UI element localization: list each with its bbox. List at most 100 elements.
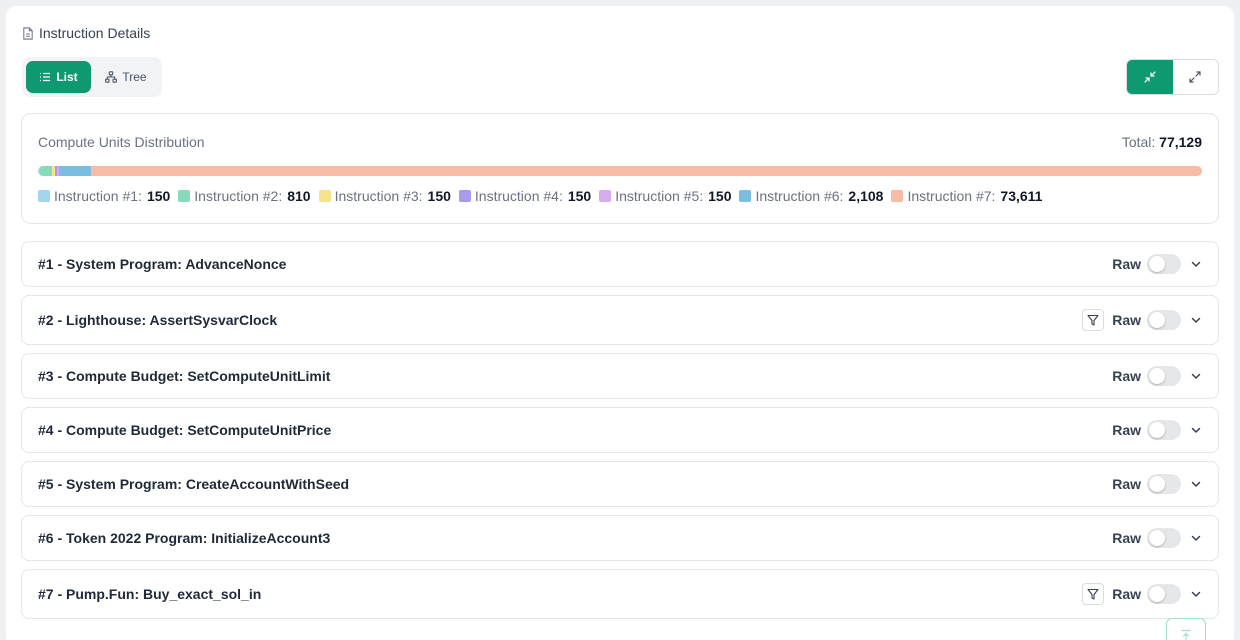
compute-units-title: Compute Units Distribution	[38, 134, 205, 150]
legend-item: Instruction #4: 150	[458, 188, 592, 204]
compute-units-segment	[59, 166, 92, 176]
toggle-knob	[1149, 586, 1165, 602]
legend-value: 150	[567, 188, 592, 204]
instruction-controls: Raw	[1112, 366, 1202, 386]
instruction-title: #4 - Compute Budget: SetComputeUnitPrice	[38, 422, 332, 438]
legend-value: 150	[708, 188, 732, 204]
instruction-row[interactable]: #2 - Lighthouse: AssertSysvarClock Raw	[21, 295, 1219, 345]
chevron-down-icon[interactable]	[1190, 478, 1202, 490]
instruction-title: #3 - Compute Budget: SetComputeUnitLimit	[38, 368, 331, 384]
legend-swatch	[178, 190, 191, 202]
page-title: Instruction Details	[39, 25, 151, 41]
instruction-title: #1 - System Program: AdvanceNonce	[38, 256, 287, 272]
tree-icon	[105, 71, 118, 83]
instruction-row[interactable]: #7 - Pump.Fun: Buy_exact_sol_in Raw	[21, 569, 1219, 619]
legend-swatch	[458, 190, 471, 202]
legend-swatch	[891, 190, 904, 202]
raw-label: Raw	[1112, 476, 1141, 492]
legend-value: 150	[146, 188, 171, 204]
raw-toggle[interactable]	[1147, 474, 1181, 494]
instruction-title: #7 - Pump.Fun: Buy_exact_sol_in	[38, 586, 262, 602]
total-label: Total:	[1121, 134, 1156, 150]
chevron-down-icon[interactable]	[1190, 588, 1202, 600]
chevron-down-icon[interactable]	[1190, 532, 1202, 544]
toggle-knob	[1149, 530, 1165, 546]
legend-item: Instruction #2: 810	[178, 188, 311, 204]
tree-view-label: Tree	[122, 70, 147, 84]
instruction-controls: Raw	[1112, 254, 1202, 274]
instruction-title: #6 - Token 2022 Program: InitializeAccou…	[38, 530, 331, 546]
toggle-knob	[1149, 312, 1165, 328]
legend-value: 73,611	[1000, 188, 1043, 204]
toggle-knob	[1149, 256, 1165, 272]
legend-swatch	[739, 190, 752, 202]
raw-label: Raw	[1112, 256, 1141, 272]
compute-units-panel: Compute Units Distribution Total: 77,129…	[21, 113, 1219, 224]
expand-all-button[interactable]	[1173, 60, 1219, 94]
legend-value: 810	[287, 188, 311, 204]
raw-toggle[interactable]	[1147, 254, 1181, 274]
chevron-down-icon[interactable]	[1190, 424, 1202, 436]
instruction-controls: Raw	[1112, 420, 1202, 440]
legend-label: Instruction #2:	[194, 188, 283, 204]
instruction-title: #5 - System Program: CreateAccountWithSe…	[38, 476, 350, 492]
filter-button[interactable]	[1082, 309, 1105, 331]
raw-toggle[interactable]	[1147, 584, 1181, 604]
filter-icon	[1087, 314, 1099, 326]
collapse-all-button[interactable]	[1127, 60, 1173, 94]
raw-label: Raw	[1112, 530, 1141, 546]
legend-value: 2,108	[848, 188, 884, 204]
raw-toggle[interactable]	[1147, 528, 1181, 548]
compute-units-legend: Instruction #1: 150 Instruction #2: 810 Inst…	[38, 188, 1042, 204]
legend-item: Instruction #7: 73,611	[891, 188, 1042, 204]
instruction-row[interactable]: #4 - Compute Budget: SetComputeUnitPrice…	[21, 407, 1219, 453]
list-view-button[interactable]: List	[26, 61, 91, 93]
instruction-controls: Raw	[1112, 474, 1202, 494]
total-value: 77,129	[1159, 134, 1202, 150]
legend-item: Instruction #1: 150	[38, 188, 170, 204]
instruction-controls: Raw	[1112, 528, 1202, 548]
raw-label: Raw	[1112, 422, 1141, 438]
raw-toggle[interactable]	[1147, 366, 1181, 386]
instruction-row[interactable]: #1 - System Program: AdvanceNonce Raw	[21, 241, 1219, 287]
legend-label: Instruction #7:	[907, 188, 996, 204]
instruction-details-card: Instruction Details List Tree Compute Un…	[6, 6, 1234, 640]
collapse-icon	[1144, 71, 1156, 83]
legend-label: Instruction #3:	[334, 188, 423, 204]
raw-label: Raw	[1112, 312, 1141, 328]
instruction-row[interactable]: #3 - Compute Budget: SetComputeUnitLimit…	[21, 353, 1219, 399]
filter-button[interactable]	[1082, 583, 1105, 605]
instruction-controls: Raw	[1082, 583, 1202, 605]
legend-item: Instruction #3: 150	[318, 188, 451, 204]
scroll-to-top-button[interactable]	[1166, 618, 1206, 640]
expand-collapse-group	[1126, 59, 1219, 95]
chevron-down-icon[interactable]	[1190, 370, 1202, 382]
toggle-knob	[1149, 368, 1165, 384]
legend-label: Instruction #6:	[755, 188, 844, 204]
expand-icon	[1189, 71, 1201, 83]
legend-label: Instruction #4:	[474, 188, 563, 204]
legend-swatch	[599, 190, 612, 202]
chevron-down-icon[interactable]	[1190, 258, 1202, 270]
raw-toggle[interactable]	[1147, 310, 1181, 330]
list-icon	[39, 71, 51, 83]
list-view-label: List	[56, 70, 78, 84]
compute-units-segment	[40, 166, 53, 176]
section-header: Instruction Details	[22, 25, 150, 41]
raw-toggle[interactable]	[1147, 420, 1181, 440]
filter-icon	[1087, 588, 1099, 600]
instruction-controls: Raw	[1082, 309, 1202, 331]
legend-item: Instruction #6: 2,108	[739, 188, 883, 204]
chevron-down-icon[interactable]	[1190, 314, 1202, 326]
instruction-row[interactable]: #6 - Token 2022 Program: InitializeAccou…	[21, 515, 1219, 561]
legend-label: Instruction #1:	[54, 188, 142, 204]
legend-swatch	[318, 190, 331, 202]
instruction-title: #2 - Lighthouse: AssertSysvarClock	[38, 312, 278, 328]
instruction-row[interactable]: #5 - System Program: CreateAccountWithSe…	[21, 461, 1219, 507]
legend-swatch	[38, 190, 50, 202]
legend-value: 150	[427, 188, 451, 204]
tree-view-button[interactable]: Tree	[94, 61, 158, 93]
toggle-knob	[1149, 422, 1165, 438]
legend-label: Instruction #5:	[615, 188, 704, 204]
document-icon	[22, 26, 34, 40]
